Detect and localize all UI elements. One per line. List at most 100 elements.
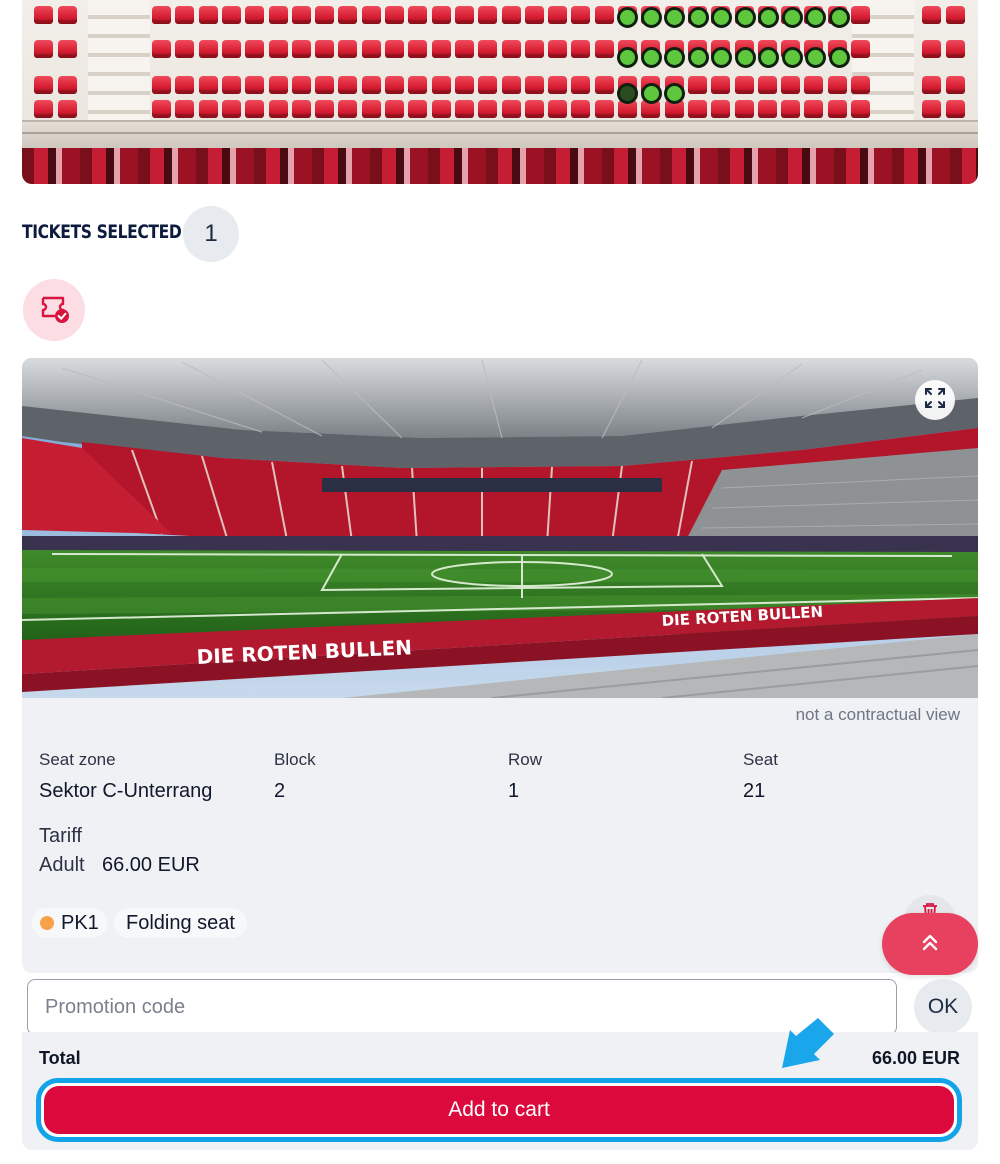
seat[interactable] [478, 6, 498, 24]
seat[interactable] [851, 76, 870, 94]
seat[interactable] [221, 76, 241, 94]
ticket-selected-badge[interactable] [23, 279, 85, 341]
seat[interactable] [152, 6, 171, 24]
seat[interactable] [922, 100, 941, 118]
available-seat[interactable] [687, 7, 709, 28]
seat[interactable] [734, 100, 754, 118]
seat[interactable] [338, 100, 358, 118]
seat[interactable] [268, 40, 288, 58]
available-seat[interactable] [781, 7, 803, 28]
seat[interactable] [291, 76, 311, 94]
seat[interactable] [827, 100, 847, 118]
seat[interactable] [58, 100, 77, 118]
seat[interactable] [804, 76, 824, 94]
available-seat[interactable] [664, 47, 685, 68]
seat[interactable] [315, 40, 335, 58]
seat[interactable] [851, 40, 870, 58]
seat[interactable] [245, 6, 265, 24]
seat[interactable] [291, 40, 311, 58]
seat[interactable] [34, 76, 53, 94]
seat[interactable] [385, 76, 404, 94]
seat[interactable] [34, 6, 53, 24]
seat[interactable] [291, 100, 311, 118]
seat[interactable] [501, 40, 521, 58]
seat[interactable] [221, 100, 241, 118]
seat[interactable] [827, 76, 847, 94]
seat[interactable] [711, 100, 731, 118]
seat[interactable] [946, 6, 965, 24]
seat[interactable] [478, 100, 498, 118]
available-seat[interactable] [781, 47, 803, 68]
seat[interactable] [571, 40, 591, 58]
seat[interactable] [711, 76, 731, 94]
available-seat[interactable] [828, 47, 850, 68]
seat[interactable] [454, 40, 474, 58]
seat[interactable] [851, 6, 870, 24]
available-seat[interactable] [805, 7, 826, 28]
seat[interactable] [548, 100, 568, 118]
seat[interactable] [268, 76, 288, 94]
seat[interactable] [175, 6, 195, 24]
seat[interactable] [946, 40, 965, 58]
seat[interactable] [548, 76, 568, 94]
seat[interactable] [408, 6, 428, 24]
seat[interactable] [245, 76, 265, 94]
seat[interactable] [454, 76, 474, 94]
seat[interactable] [198, 40, 218, 58]
available-seat[interactable] [758, 7, 779, 28]
available-seat[interactable] [617, 83, 638, 104]
seat[interactable] [338, 40, 358, 58]
available-seat[interactable] [711, 47, 732, 68]
seat[interactable] [385, 40, 404, 58]
seat[interactable] [175, 40, 195, 58]
seat-map[interactable] [22, 0, 978, 184]
seat[interactable] [922, 76, 941, 94]
seat[interactable] [175, 76, 195, 94]
seat[interactable] [34, 40, 53, 58]
seat[interactable] [58, 76, 77, 94]
seat[interactable] [431, 100, 451, 118]
seat[interactable] [851, 100, 870, 118]
seat[interactable] [478, 76, 498, 94]
seat[interactable] [548, 40, 568, 58]
available-seat[interactable] [711, 7, 732, 28]
seat[interactable] [315, 100, 335, 118]
apply-promotion-button[interactable]: OK [914, 979, 972, 1035]
seat[interactable] [361, 40, 381, 58]
seat[interactable] [524, 100, 544, 118]
available-seat[interactable] [640, 47, 662, 68]
seat[interactable] [221, 40, 241, 58]
available-seat[interactable] [640, 83, 662, 104]
seat[interactable] [757, 76, 777, 94]
seat[interactable] [524, 40, 544, 58]
seat[interactable] [431, 40, 451, 58]
seat[interactable] [34, 100, 53, 118]
available-seat[interactable] [617, 47, 638, 68]
seat-grid[interactable] [22, 0, 978, 120]
promotion-code-input[interactable] [27, 979, 897, 1035]
seat[interactable] [152, 76, 171, 94]
seat[interactable] [781, 100, 801, 118]
seat[interactable] [594, 40, 614, 58]
seat[interactable] [268, 100, 288, 118]
seat[interactable] [501, 100, 521, 118]
add-to-cart-button[interactable]: Add to cart [44, 1086, 954, 1134]
seat[interactable] [291, 6, 311, 24]
seat[interactable] [946, 100, 965, 118]
available-seat[interactable] [734, 47, 756, 68]
seat[interactable] [245, 40, 265, 58]
seat[interactable] [268, 6, 288, 24]
seat[interactable] [922, 6, 941, 24]
seat[interactable] [431, 6, 451, 24]
seat[interactable] [385, 100, 404, 118]
available-seat[interactable] [640, 7, 662, 28]
seat[interactable] [361, 76, 381, 94]
seat[interactable] [454, 6, 474, 24]
seat[interactable] [361, 6, 381, 24]
seat[interactable] [594, 100, 614, 118]
seat[interactable] [338, 6, 358, 24]
seat[interactable] [315, 6, 335, 24]
seat[interactable] [198, 76, 218, 94]
seat[interactable] [431, 76, 451, 94]
seat[interactable] [175, 100, 195, 118]
